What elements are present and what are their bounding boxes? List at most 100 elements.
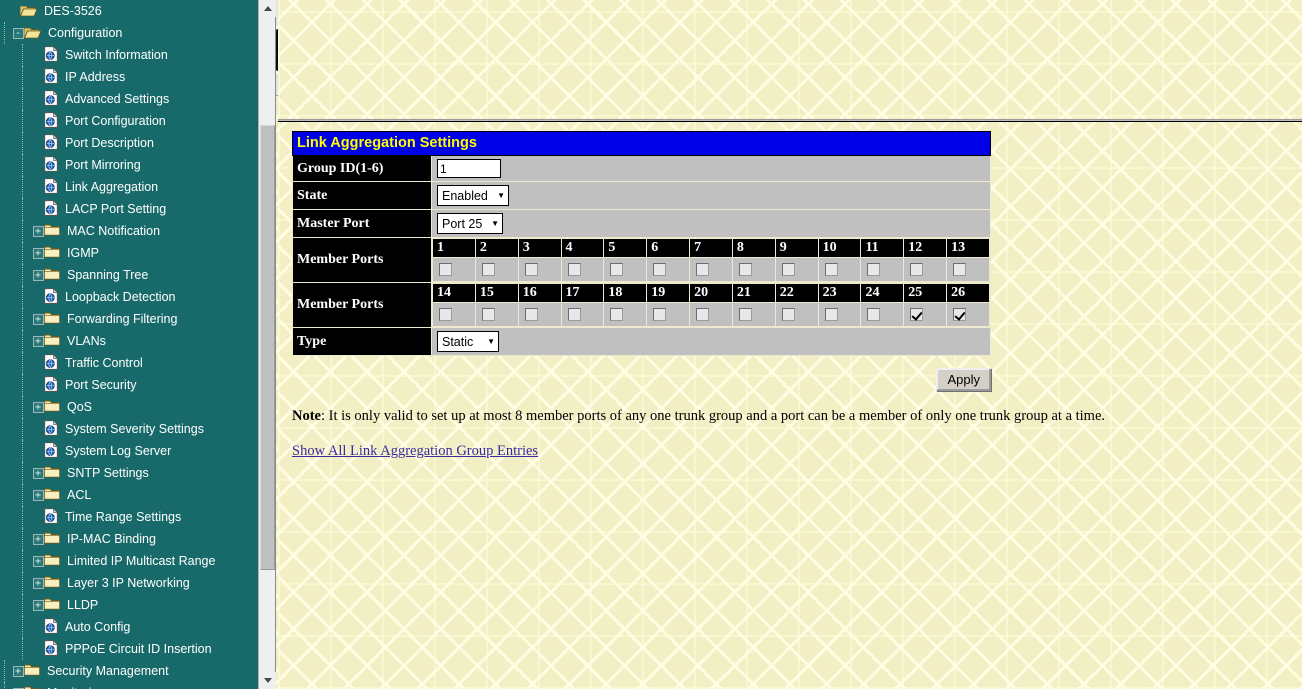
tree-expander-box[interactable]: + <box>32 308 44 330</box>
port-13-checkbox[interactable] <box>953 263 967 277</box>
sidebar-item-igmp[interactable]: + IGMP <box>0 242 258 264</box>
expand-icon[interactable]: + <box>32 335 44 347</box>
tree-expander-box[interactable]: + <box>32 594 44 616</box>
show-all-entries-link[interactable]: Show All Link Aggregation Group Entries <box>292 443 538 460</box>
expand-icon[interactable]: + <box>32 599 44 611</box>
port-checkbox-cell[interactable] <box>946 302 990 327</box>
state-select[interactable]: Enabled ▼ <box>437 185 509 206</box>
sidebar-item-forwarding-filtering[interactable]: + Forwarding Filtering <box>0 308 258 330</box>
tree-expander-box[interactable]: + <box>32 528 44 550</box>
expand-icon[interactable]: + <box>12 665 24 677</box>
port-checkbox-cell[interactable] <box>560 257 605 282</box>
scrollbar-thumb[interactable] <box>260 125 275 570</box>
collapse-icon[interactable]: - <box>12 27 24 39</box>
sidebar-item-monitoring[interactable]: +Monitoring <box>0 682 258 689</box>
sidebar-item-advanced-settings[interactable]: Advanced Settings <box>0 88 258 110</box>
sidebar-item-lacp-port-setting[interactable]: LACP Port Setting <box>0 198 258 220</box>
port-checkbox-cell[interactable] <box>689 302 733 327</box>
sidebar-item-configuration[interactable]: - Configuration <box>0 22 258 44</box>
scroll-down-arrow-icon[interactable] <box>259 672 276 689</box>
tree-expander-box[interactable]: + <box>32 242 44 264</box>
sidebar-item-vlans[interactable]: + VLANs <box>0 330 258 352</box>
expand-icon[interactable]: + <box>32 533 44 545</box>
sidebar-item-ip-address[interactable]: IP Address <box>0 66 258 88</box>
port-15-checkbox[interactable] <box>481 308 495 322</box>
group-id-input[interactable] <box>437 159 501 178</box>
sidebar-item-system-severity-settings[interactable]: System Severity Settings <box>0 418 258 440</box>
sidebar-item-system-log-server[interactable]: System Log Server <box>0 440 258 462</box>
tree-expander-box[interactable]: + <box>32 220 44 242</box>
sidebar-item-spanning-tree[interactable]: + Spanning Tree <box>0 264 258 286</box>
port-1-checkbox[interactable] <box>439 263 452 277</box>
expand-icon[interactable]: + <box>32 555 44 567</box>
expand-icon[interactable]: + <box>32 489 44 501</box>
port-10-checkbox[interactable] <box>824 263 838 277</box>
sidebar-item-port-mirroring[interactable]: Port Mirroring <box>0 154 258 176</box>
port-12-checkbox[interactable] <box>910 263 924 277</box>
sidebar-item-security-management[interactable]: + Security Management <box>0 660 258 682</box>
tree-expander-box[interactable]: + <box>32 484 44 506</box>
port-6-checkbox[interactable] <box>653 263 667 277</box>
sidebar-item-acl[interactable]: + ACL <box>0 484 258 506</box>
port-checkbox-cell[interactable] <box>817 302 862 327</box>
port-3-checkbox[interactable] <box>524 263 538 277</box>
sidebar-item-link-aggregation[interactable]: Link Aggregation <box>0 176 258 198</box>
sidebar-item-limited-ip-multicast-range[interactable]: + Limited IP Multicast Range <box>0 550 258 572</box>
expand-icon[interactable]: + <box>32 247 44 259</box>
sidebar-item-lldp[interactable]: + LLDP <box>0 594 258 616</box>
port-4-checkbox[interactable] <box>567 263 581 277</box>
apply-button[interactable]: Apply <box>936 368 991 391</box>
expand-icon[interactable]: + <box>32 225 44 237</box>
port-18-checkbox[interactable] <box>610 308 624 322</box>
port-checkbox-cell[interactable] <box>860 257 905 282</box>
port-checkbox-cell[interactable] <box>432 257 476 282</box>
expand-icon[interactable]: + <box>32 467 44 479</box>
port-checkbox-cell[interactable] <box>860 302 905 327</box>
sidebar-item-port-description[interactable]: Port Description <box>0 132 258 154</box>
sidebar-item-pppoe-circuit-id-insertion[interactable]: PPPoE Circuit ID Insertion <box>0 638 258 660</box>
tree-expander-box[interactable]: - <box>12 22 24 44</box>
port-checkbox-cell[interactable] <box>689 257 733 282</box>
port-checkbox-cell[interactable] <box>817 257 862 282</box>
sidebar-item-port-configuration[interactable]: Port Configuration <box>0 110 258 132</box>
port-24-checkbox[interactable] <box>867 308 881 322</box>
port-11-checkbox[interactable] <box>867 263 881 277</box>
port-checkbox-cell[interactable] <box>517 302 562 327</box>
port-8-checkbox[interactable] <box>738 263 752 277</box>
expand-icon[interactable]: + <box>32 313 44 325</box>
port-checkbox-cell[interactable] <box>731 257 776 282</box>
port-16-checkbox[interactable] <box>524 308 538 322</box>
port-checkbox-cell[interactable] <box>646 302 691 327</box>
tree-expander-box[interactable]: + <box>32 462 44 484</box>
expand-icon[interactable]: + <box>32 401 44 413</box>
tree-expander-box[interactable]: + <box>32 572 44 594</box>
port-checkbox-cell[interactable] <box>603 302 648 327</box>
port-25-checkbox[interactable] <box>910 308 924 322</box>
master-port-select[interactable]: Port 25 ▼ <box>437 213 503 234</box>
port-22-checkbox[interactable] <box>781 308 795 322</box>
sidebar-item-qos[interactable]: + QoS <box>0 396 258 418</box>
port-5-checkbox[interactable] <box>610 263 624 277</box>
port-19-checkbox[interactable] <box>653 308 667 322</box>
port-checkbox-cell[interactable] <box>946 257 990 282</box>
port-7-checkbox[interactable] <box>696 263 710 277</box>
port-26-checkbox[interactable] <box>953 308 967 322</box>
port-checkbox-cell[interactable] <box>474 302 519 327</box>
sidebar-item-loopback-detection[interactable]: Loopback Detection <box>0 286 258 308</box>
tree-expander-box[interactable]: + <box>32 550 44 572</box>
sidebar-item-switch-information[interactable]: Switch Information <box>0 44 258 66</box>
port-2-checkbox[interactable] <box>481 263 495 277</box>
port-17-checkbox[interactable] <box>567 308 581 322</box>
port-checkbox-cell[interactable] <box>731 302 776 327</box>
port-checkbox-cell[interactable] <box>903 257 948 282</box>
port-checkbox-cell[interactable] <box>774 257 819 282</box>
sidebar-scrollbar[interactable] <box>258 0 276 689</box>
sidebar-item-port-security[interactable]: Port Security <box>0 374 258 396</box>
sidebar-item-time-range-settings[interactable]: Time Range Settings <box>0 506 258 528</box>
port-21-checkbox[interactable] <box>738 308 752 322</box>
tree-expander-box[interactable]: + <box>12 682 24 689</box>
tree-expander-box[interactable]: + <box>12 660 24 682</box>
port-checkbox-cell[interactable] <box>432 302 476 327</box>
port-checkbox-cell[interactable] <box>603 257 648 282</box>
port-checkbox-cell[interactable] <box>517 257 562 282</box>
